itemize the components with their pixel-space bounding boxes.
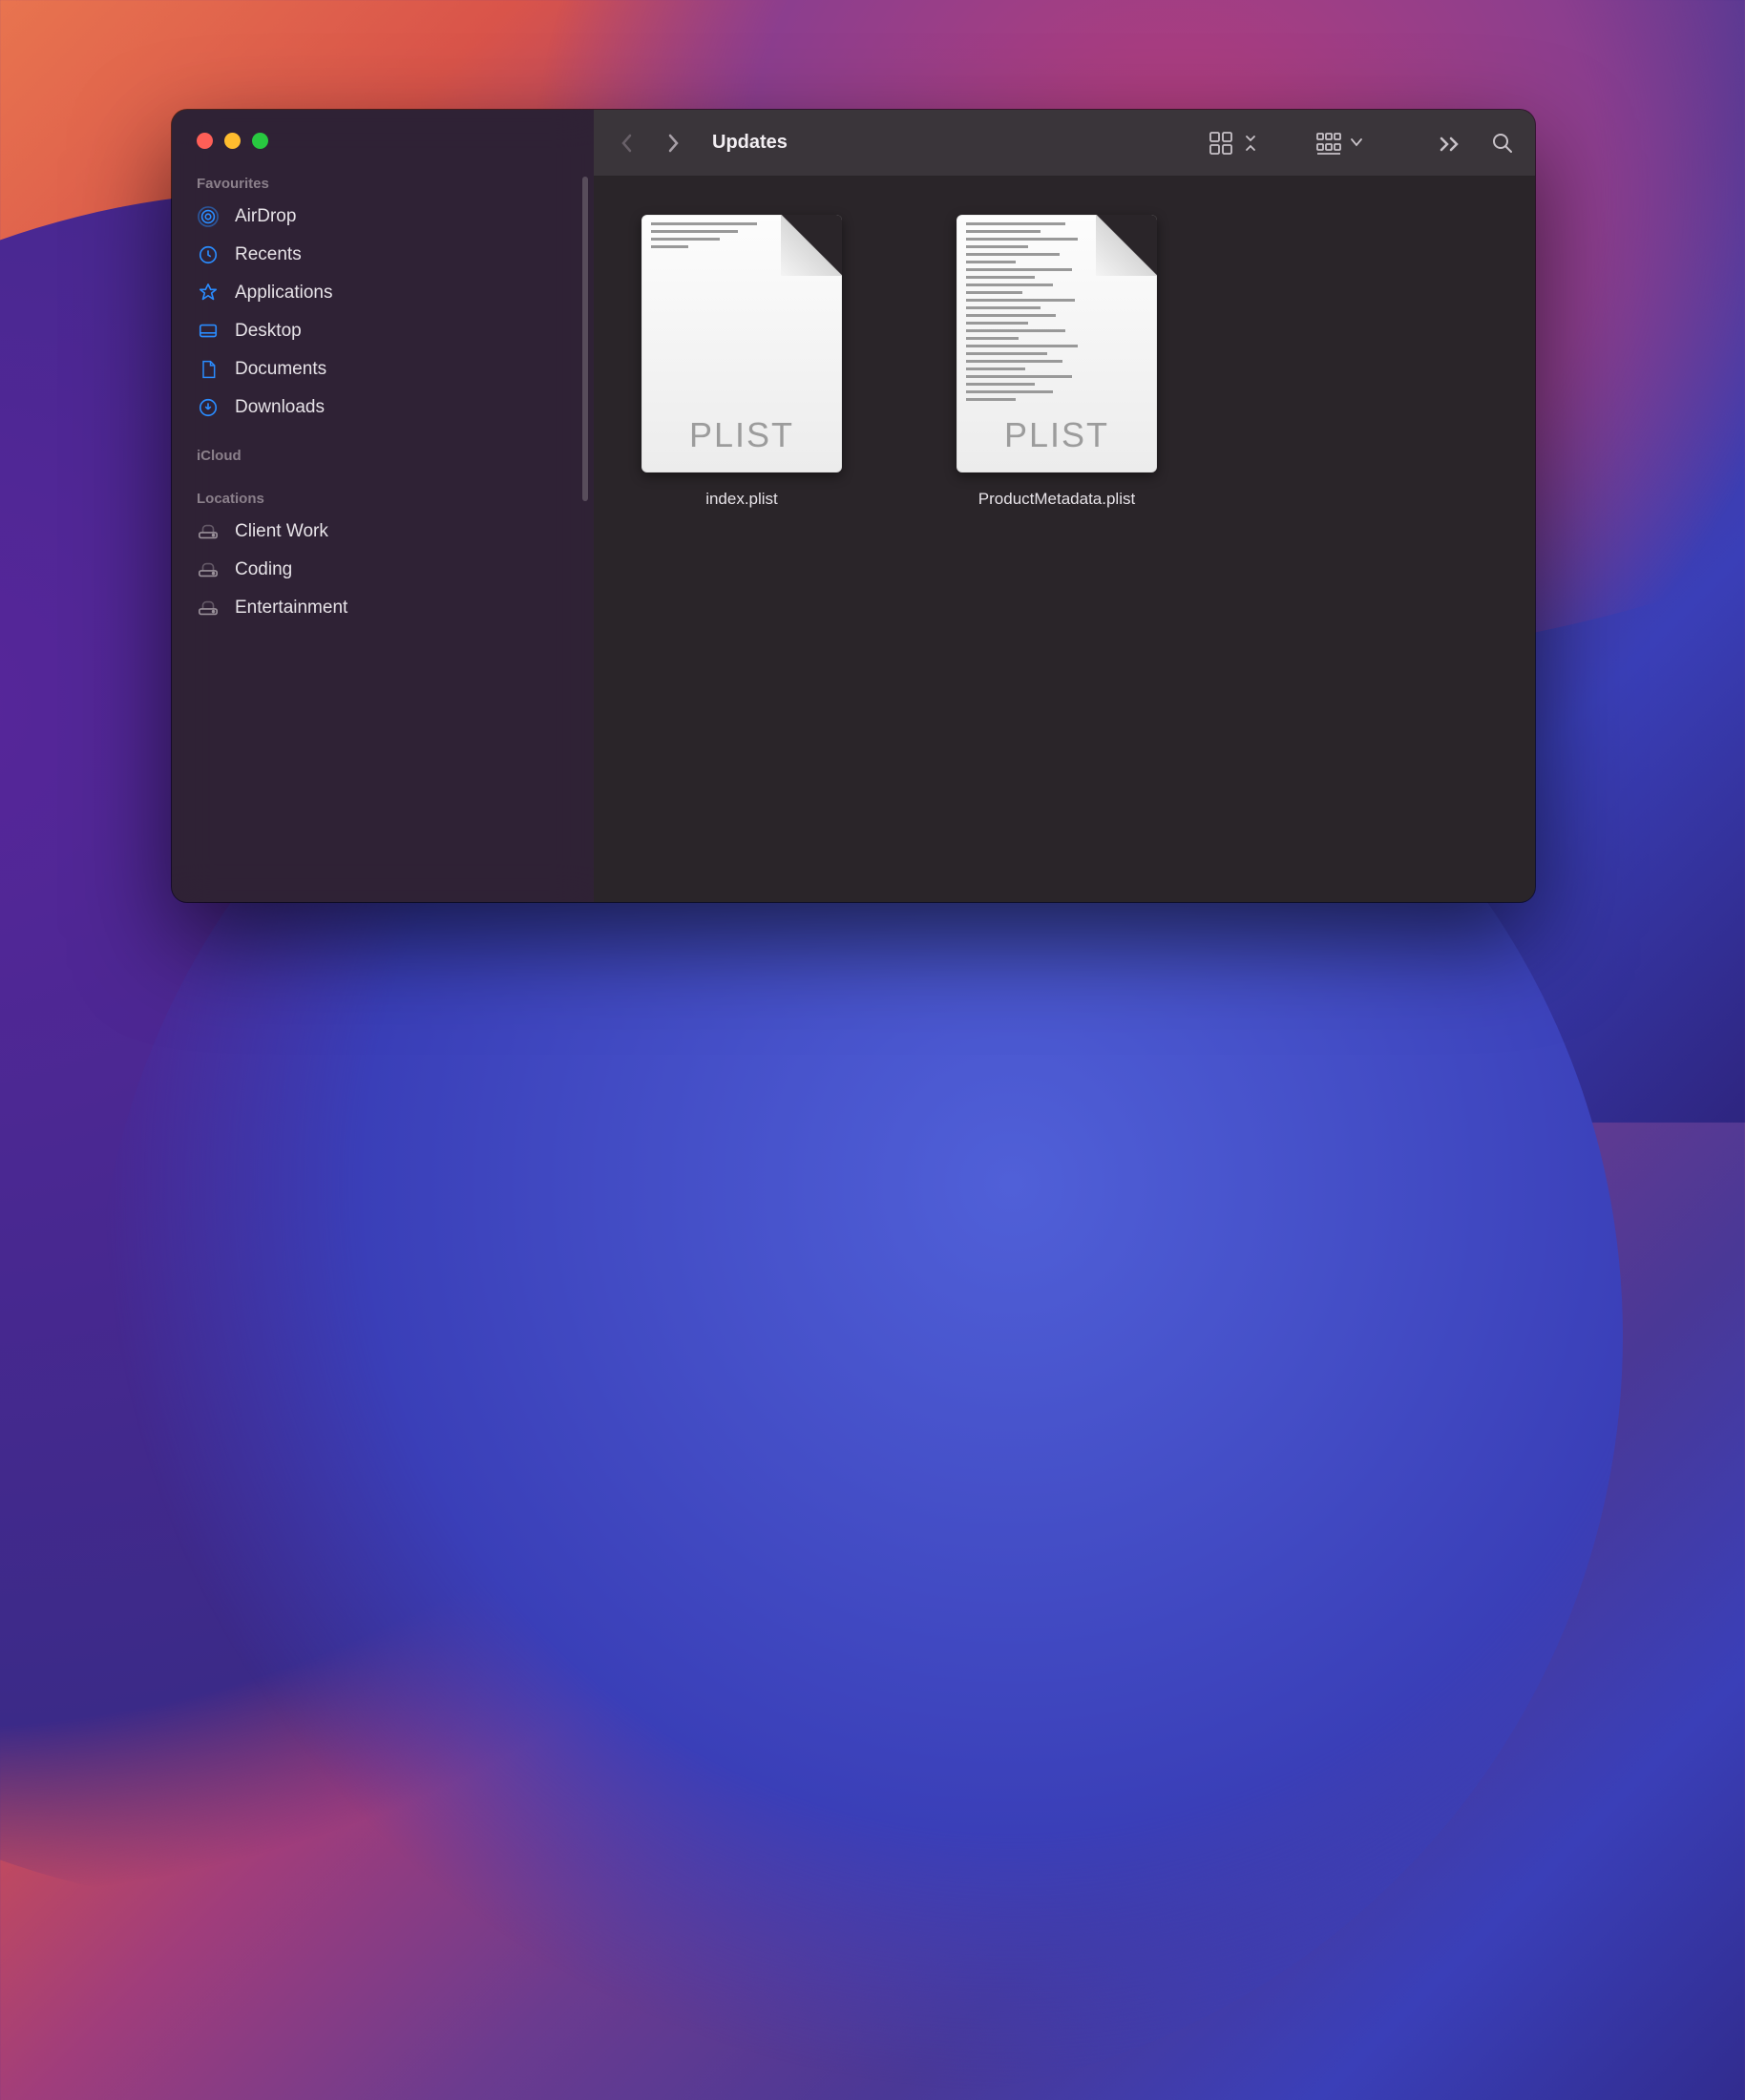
forward-button[interactable] (661, 131, 685, 156)
minimize-button[interactable] (224, 133, 241, 149)
download-icon (197, 396, 220, 419)
sidebar-item-documents[interactable]: Documents (172, 350, 594, 388)
sidebar: Favourites AirDrop Recents Applications … (172, 110, 594, 902)
window-controls (172, 133, 594, 168)
sidebar-item-label: Documents (235, 359, 326, 380)
drive-icon (197, 558, 220, 581)
document-icon (197, 358, 220, 381)
sidebar-item-label: Entertainment (235, 598, 347, 619)
sidebar-item-label: Desktop (235, 321, 302, 342)
file-name-label: ProductMetadata.plist (978, 490, 1135, 509)
sidebar-item-entertainment[interactable]: Entertainment (172, 589, 594, 627)
clock-icon (197, 243, 220, 266)
sidebar-item-coding[interactable]: Coding (172, 551, 594, 589)
group-by-button[interactable] (1315, 129, 1369, 158)
close-button[interactable] (197, 133, 213, 149)
sidebar-item-client-work[interactable]: Client Work (172, 513, 594, 551)
sidebar-scrollbar[interactable] (582, 177, 588, 501)
sidebar-item-label: Coding (235, 559, 292, 580)
file-browser-content[interactable]: PLIST index.plist (594, 177, 1535, 902)
file-preview-text (966, 222, 1090, 442)
more-button[interactable] (1438, 129, 1461, 158)
view-mode-button[interactable] (1209, 129, 1256, 158)
main-pane: Updates (594, 110, 1535, 902)
sidebar-item-label: Client Work (235, 521, 328, 542)
sidebar-item-applications[interactable]: Applications (172, 274, 594, 312)
back-button[interactable] (615, 131, 640, 156)
drive-icon (197, 520, 220, 543)
sidebar-item-label: Downloads (235, 397, 325, 418)
file-item[interactable]: PLIST index.plist (641, 215, 842, 509)
finder-window: Favourites AirDrop Recents Applications … (172, 110, 1535, 902)
sidebar-section-favourites: Favourites (172, 168, 594, 198)
file-icon: PLIST (641, 215, 842, 472)
file-name-label: index.plist (705, 490, 778, 509)
file-item[interactable]: PLIST ProductMetadata.plist (957, 215, 1157, 509)
applications-icon (197, 282, 220, 304)
sidebar-item-desktop[interactable]: Desktop (172, 312, 594, 350)
file-icon: PLIST (957, 215, 1157, 472)
sidebar-item-recents[interactable]: Recents (172, 236, 594, 274)
search-button[interactable] (1491, 129, 1514, 158)
drive-icon (197, 597, 220, 620)
sidebar-item-downloads[interactable]: Downloads (172, 388, 594, 427)
sidebar-section-icloud: iCloud (172, 440, 594, 470)
airdrop-icon (197, 205, 220, 228)
file-preview-text (651, 222, 775, 261)
file-extension-label: PLIST (689, 415, 794, 472)
sidebar-item-label: AirDrop (235, 206, 296, 227)
sidebar-item-airdrop[interactable]: AirDrop (172, 198, 594, 236)
folder-title: Updates (712, 132, 788, 154)
sidebar-item-label: Recents (235, 244, 302, 265)
sidebar-item-label: Applications (235, 283, 332, 304)
maximize-button[interactable] (252, 133, 268, 149)
toolbar: Updates (594, 110, 1535, 177)
desktop-icon (197, 320, 220, 343)
sidebar-section-locations: Locations (172, 483, 594, 513)
